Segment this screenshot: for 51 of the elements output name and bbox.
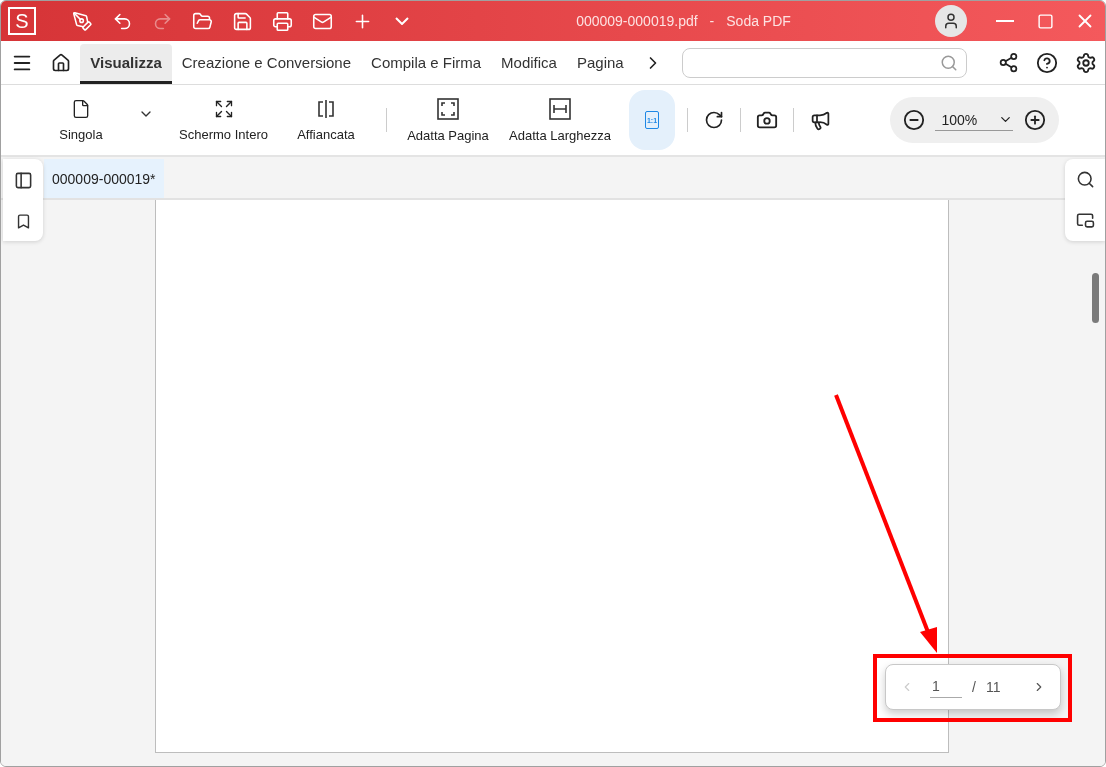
home-icon xyxy=(51,52,71,73)
pen-icon xyxy=(71,10,93,32)
app-logo: S xyxy=(8,7,36,35)
page-number-field[interactable]: 1 xyxy=(930,676,962,698)
fit-page-icon xyxy=(437,97,459,120)
view-mode-button[interactable]: Schermo Intero xyxy=(171,88,276,152)
ribbon-tab[interactable]: Compila e Firma xyxy=(361,43,492,84)
save-icon xyxy=(231,10,253,32)
fit-width-icon xyxy=(549,97,571,120)
camera-icon xyxy=(756,109,778,131)
thumbnails-button[interactable] xyxy=(13,170,33,190)
ribbon-tab[interactable]: Visualizza xyxy=(80,43,172,84)
maximize-icon xyxy=(1036,12,1054,30)
ribbon-tab[interactable]: Creazione e Conversione xyxy=(171,43,362,84)
print-icon xyxy=(271,10,293,32)
fullscreen-icon xyxy=(213,98,234,119)
panel-toggle-button[interactable] xyxy=(1075,211,1095,230)
zoom-in-icon xyxy=(1023,109,1046,131)
view-mode-button[interactable]: Affiancata xyxy=(276,88,376,152)
account-button[interactable] xyxy=(935,5,967,37)
chevron-down-icon xyxy=(395,17,409,25)
ribbon-tab[interactable]: Pagina xyxy=(566,43,634,84)
scrollbar-thumb[interactable] xyxy=(1092,273,1099,323)
app-name: Soda PDF xyxy=(726,13,791,29)
view-mode-button[interactable]: Adatta Pagina xyxy=(397,88,499,152)
document-tab[interactable]: 000009-000019* xyxy=(44,159,164,198)
help-icon xyxy=(1035,51,1058,74)
rotate-icon xyxy=(704,110,724,130)
view-mode-button[interactable]: Adatta Larghezza xyxy=(499,88,621,152)
megaphone-icon xyxy=(809,109,831,131)
search-field[interactable] xyxy=(682,47,967,78)
split-icon xyxy=(316,98,336,119)
ribbon-tab[interactable]: Modifica xyxy=(491,43,567,84)
share-icon xyxy=(997,52,1019,73)
search-button[interactable] xyxy=(1075,170,1095,189)
view-mode-button[interactable]: Singola xyxy=(41,88,121,152)
folder-icon xyxy=(191,10,213,32)
minimize-icon xyxy=(996,20,1014,22)
window-icon xyxy=(1075,211,1095,230)
page-separator: / xyxy=(972,679,976,695)
person-icon xyxy=(942,12,960,30)
search-icon xyxy=(939,53,958,72)
title-separator: - xyxy=(709,13,715,29)
file-name: 000009-000019.pdf xyxy=(576,13,698,29)
page-icon xyxy=(71,98,91,119)
zoom-out-icon xyxy=(903,109,926,131)
page-total: 11 xyxy=(985,679,1001,695)
panel-icon xyxy=(13,170,33,190)
search-icon xyxy=(1075,170,1095,189)
settings-icon xyxy=(1074,51,1097,74)
zoom-field[interactable]: 100% xyxy=(935,109,1014,131)
